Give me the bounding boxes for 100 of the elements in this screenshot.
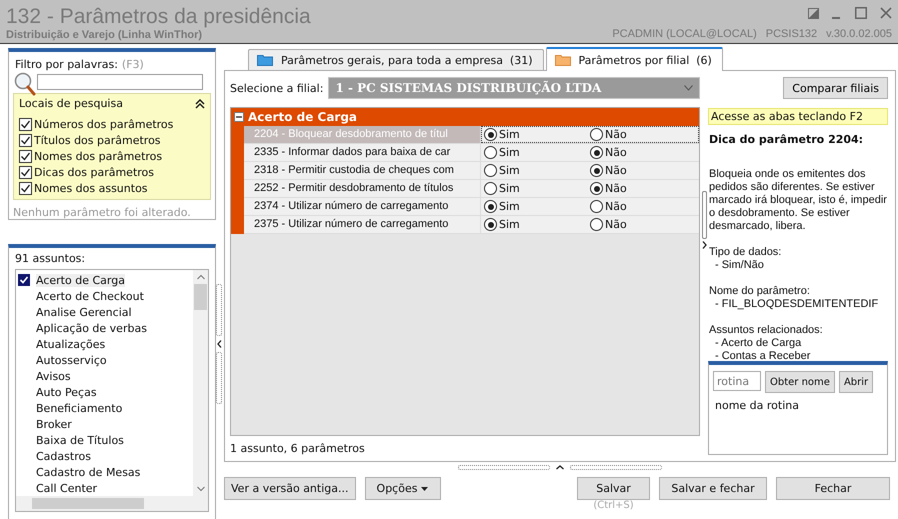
parameter-cell[interactable]: 2374 - Utilizar número de carregamento bbox=[244, 198, 481, 215]
scrollbar-thumb[interactable] bbox=[194, 284, 207, 310]
expand-right-icon[interactable] bbox=[702, 241, 706, 249]
subject-item[interactable]: Auto Peças bbox=[36, 386, 97, 398]
tab[interactable]: Parâmetros gerais, para toda a empresa (31) bbox=[248, 49, 544, 70]
radio-button[interactable] bbox=[590, 128, 603, 141]
routine-field[interactable]: rotina bbox=[713, 371, 761, 391]
subject-item[interactable]: Broker bbox=[36, 418, 72, 430]
caret-icon bbox=[421, 486, 428, 490]
subject-item[interactable]: Acerto de Carga bbox=[36, 274, 125, 286]
change-status: Nenhum parâmetro foi alterado. bbox=[13, 206, 192, 219]
radio-button[interactable] bbox=[484, 200, 497, 213]
parameter-cell[interactable]: 2252 - Permitir desdobramento de títulos bbox=[244, 180, 481, 197]
checkbox[interactable] bbox=[19, 182, 32, 194]
scrollbar-thumb[interactable] bbox=[32, 498, 144, 509]
parameter-cell[interactable]: 2375 - Utilizar número de carregamento bbox=[244, 216, 481, 233]
subject-item[interactable]: Baixa de Títulos bbox=[36, 434, 124, 446]
radio-label: Sim bbox=[499, 200, 520, 213]
collapse-icon[interactable] bbox=[195, 98, 205, 108]
checkbox-label: Nomes dos assuntos bbox=[34, 182, 148, 194]
save-shortcut: (Ctrl+S) bbox=[593, 501, 634, 511]
radio-button[interactable] bbox=[590, 182, 603, 195]
subject-item[interactable]: Cadastro de Mesas bbox=[36, 466, 140, 478]
radio-button[interactable] bbox=[484, 128, 497, 141]
subject-item[interactable]: Aplicação de verbas bbox=[36, 322, 147, 334]
radio-button[interactable] bbox=[484, 182, 497, 195]
hint-heading: Assuntos relacionados: bbox=[709, 324, 824, 337]
close-button[interactable]: Fechar bbox=[776, 477, 890, 500]
radio-button[interactable] bbox=[590, 218, 603, 231]
subject-item[interactable]: Avisos bbox=[36, 370, 71, 382]
checkbox-label: Dicas dos parâmetros bbox=[34, 166, 154, 178]
close-icon[interactable] bbox=[880, 7, 892, 19]
radio-label: Sim bbox=[499, 146, 520, 159]
hint-item: - Sim/Não bbox=[714, 259, 765, 272]
radio-label: Sim bbox=[499, 164, 520, 177]
checkbox[interactable] bbox=[19, 166, 32, 178]
radio-label: Não bbox=[605, 164, 627, 177]
collapse-icon[interactable] bbox=[234, 112, 244, 122]
tab[interactable]: Parâmetros por filial (6) bbox=[546, 47, 723, 71]
compare-branches-button[interactable]: Comparar filiais bbox=[783, 77, 888, 99]
radio-label: Não bbox=[605, 218, 627, 231]
program-label: PCSIS132 bbox=[766, 28, 818, 40]
subject-item[interactable]: Acerto de Checkout bbox=[36, 290, 144, 302]
filter-label: Filtro por palavras: bbox=[15, 58, 118, 71]
radio-button[interactable] bbox=[590, 164, 603, 177]
radio-button[interactable] bbox=[484, 218, 497, 231]
checkbox-label: Títulos dos parâmetros bbox=[34, 134, 161, 146]
branch-label: Selecione a filial: bbox=[230, 82, 324, 94]
parameter-cell[interactable]: 2318 - Permitir custodia de cheques com bbox=[244, 162, 481, 179]
maximize-icon[interactable] bbox=[855, 7, 867, 19]
version-label: v.30.0.02.005 bbox=[826, 28, 892, 40]
parameter-cell[interactable]: 2335 - Informar dados para baixa de car bbox=[244, 144, 481, 161]
horizontal-scrollbar[interactable] bbox=[16, 496, 208, 511]
get-name-button[interactable]: Obter nome bbox=[765, 371, 835, 393]
radio-button[interactable] bbox=[590, 146, 603, 159]
open-button[interactable]: Abrir bbox=[838, 371, 874, 393]
options-button[interactable]: Opções bbox=[364, 477, 440, 500]
radio-label: Sim bbox=[499, 182, 520, 195]
restore-icon[interactable] bbox=[808, 8, 819, 18]
radio-label: Não bbox=[605, 182, 627, 195]
radio-button[interactable] bbox=[590, 200, 603, 213]
checkbox[interactable] bbox=[19, 118, 32, 130]
search-field[interactable] bbox=[37, 74, 203, 90]
hint-description: Bloqueia onde os emitentes dos pedidos são diferentes. Se estiver marcado irá bloquear, isto é, impedir o desdobramento. Se estiver desmarcado, libera. bbox=[709, 168, 887, 233]
subject-item[interactable]: Cadastros bbox=[36, 450, 91, 462]
shortcut-label: (F3) bbox=[122, 58, 144, 71]
subjects-count: 91 assuntos: bbox=[15, 252, 86, 265]
subject-item[interactable]: Analise Gerencial bbox=[36, 306, 132, 318]
radio-button[interactable] bbox=[484, 164, 497, 177]
expand-up-icon[interactable] bbox=[556, 464, 564, 470]
old-version-button[interactable]: Ver a versão antiga... bbox=[224, 477, 356, 500]
hint-item: - Acerto de Carga bbox=[714, 337, 802, 350]
checkbox[interactable] bbox=[19, 150, 32, 162]
routine-name: nome da rotina bbox=[714, 399, 800, 412]
folder-icon bbox=[554, 54, 571, 66]
grid-status: 1 assunto, 6 parâmetros bbox=[230, 442, 366, 455]
radio-button[interactable] bbox=[484, 146, 497, 159]
checkbox-label: Números dos parâmetros bbox=[34, 118, 174, 130]
folder-icon bbox=[257, 54, 273, 66]
radio-label: Não bbox=[605, 146, 627, 159]
hint-title: Dica do parâmetro 2204: bbox=[709, 133, 864, 146]
save-button[interactable]: Salvar bbox=[577, 477, 650, 500]
group-header[interactable]: Acerto de Carga bbox=[231, 108, 699, 126]
vertical-scrollbar[interactable] bbox=[193, 270, 208, 496]
subject-item[interactable]: Beneficiamento bbox=[36, 402, 122, 414]
window-subtitle: Distribuição e Varejo (Linha WinThor) bbox=[6, 29, 204, 41]
selected-check-icon bbox=[18, 274, 30, 286]
hint-banner: Acesse as abas teclando F2 bbox=[708, 108, 888, 125]
subject-item[interactable]: Autosserviço bbox=[36, 354, 107, 366]
checkbox[interactable] bbox=[19, 134, 32, 146]
chevron-down-icon bbox=[684, 85, 693, 91]
radio-label: Sim bbox=[499, 218, 520, 231]
collapse-left-icon[interactable] bbox=[216, 340, 222, 348]
subject-item[interactable]: Call Center bbox=[36, 482, 98, 494]
subject-item[interactable]: Atualizações bbox=[36, 338, 106, 350]
hint-heading: Tipo de dados: bbox=[709, 246, 782, 259]
locations-title: Locais de pesquisa bbox=[19, 97, 123, 110]
radio-label: Sim bbox=[499, 128, 520, 141]
save-close-button[interactable]: Salvar e fechar bbox=[659, 477, 767, 500]
window-title: 132 - Parâmetros da presidência bbox=[6, 5, 311, 29]
